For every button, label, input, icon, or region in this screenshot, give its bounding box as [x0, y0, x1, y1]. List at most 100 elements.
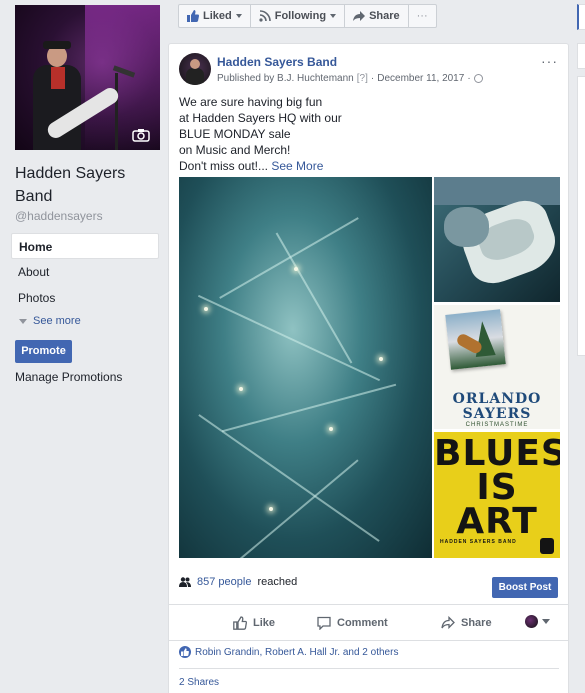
like-label: Like: [253, 617, 276, 629]
light-sparkle: [379, 357, 383, 361]
comment-label: Comment: [337, 617, 388, 629]
light-sparkle: [239, 387, 243, 391]
post-text-line: We are sure having big fun: [179, 95, 323, 109]
page-actions-bar: Liked Following Share ···: [178, 4, 437, 28]
likes-summary-row[interactable]: Robin Grandin, Robert A. Hall Jr. and 2 …: [179, 646, 398, 658]
album-art: [445, 309, 506, 370]
meta-separator: ·: [467, 73, 471, 84]
people-icon: [179, 577, 191, 587]
post-meta: Published by B.J. Huchtemann [?] · Decem…: [217, 73, 483, 84]
following-label: Following: [274, 10, 327, 22]
photo-album-cover[interactable]: ORLANDO SAYERS CHRISTMASTIME: [434, 305, 560, 429]
performer-hat: [43, 41, 71, 49]
nav-item-about[interactable]: About: [11, 259, 159, 285]
album-title: ORLANDO: [452, 391, 542, 407]
tinsel-strand: [197, 294, 381, 382]
post-text-line: Don't miss out!...: [179, 159, 268, 173]
published-by[interactable]: Published by B.J. Huchtemann: [217, 73, 354, 84]
likes-summary: Robin Grandin, Robert A. Hall Jr. and 2 …: [195, 646, 399, 658]
chevron-down-icon: [235, 14, 242, 18]
chevron-down-icon: [330, 14, 337, 18]
divider: [169, 604, 568, 605]
help-link[interactable]: [?]: [357, 73, 368, 84]
more-icon: ···: [416, 10, 428, 22]
chevron-down-icon: [542, 619, 550, 624]
share-button[interactable]: Share: [441, 613, 492, 633]
share-arrow-icon: [353, 10, 366, 22]
boost-post-button[interactable]: Boost Post: [492, 577, 558, 598]
liked-button[interactable]: Liked: [179, 5, 251, 27]
poster-line: ART: [456, 501, 538, 542]
page-handle[interactable]: @haddensayers: [15, 209, 103, 223]
photo-blues-is-art[interactable]: BLUES IS ART HADDEN SAYERS BAND: [434, 432, 560, 558]
post-author[interactable]: Hadden Sayers Band: [217, 55, 337, 69]
tinsel-strand: [275, 232, 353, 364]
camera-icon[interactable]: [132, 128, 150, 142]
liked-label: Liked: [203, 10, 232, 22]
more-actions-button[interactable]: ···: [409, 5, 436, 27]
like-button[interactable]: Like: [233, 613, 275, 633]
thumbs-up-icon: [233, 616, 247, 630]
skull-logo-icon: [540, 538, 554, 554]
reach-count[interactable]: 857 people: [197, 576, 251, 588]
post-text-line: on Music and Merch!: [179, 143, 291, 157]
reach-row: 857 people reached: [179, 576, 297, 588]
light-sparkle: [204, 307, 208, 311]
right-edge-button[interactable]: [577, 4, 585, 30]
poster-footer: HADDEN SAYERS BAND: [440, 539, 517, 545]
shares-count[interactable]: 2 Shares: [179, 677, 219, 688]
globe-icon[interactable]: [473, 74, 483, 83]
post-text: We are sure having big fun at Hadden Say…: [179, 94, 559, 174]
left-column: Hadden Sayers Band @haddensayers Home Ab…: [0, 0, 168, 693]
photo-guitar[interactable]: [434, 177, 560, 302]
jeans: [434, 177, 560, 205]
album-title: SAYERS: [462, 406, 532, 422]
profile-photo[interactable]: [15, 5, 160, 150]
avatar-body: [186, 68, 204, 85]
rss-icon: [259, 10, 271, 22]
light-sparkle: [269, 507, 273, 511]
album-subtitle: CHRISTMASTIME: [465, 422, 529, 428]
tinsel-strand: [219, 459, 359, 558]
nav-see-more-label: See more: [33, 315, 81, 327]
post-as-selector[interactable]: [525, 615, 550, 628]
page-avatar-small: [525, 615, 538, 628]
post-text-line-last: Don't miss out!... See More: [179, 158, 559, 174]
tinsel-strand: [198, 414, 380, 542]
see-more-link[interactable]: See More: [271, 159, 323, 173]
right-edge-panel: [577, 76, 585, 356]
post-text-line: BLUE MONDAY sale: [179, 127, 291, 141]
meta-separator: ·: [370, 73, 375, 84]
share-page-button[interactable]: Share: [345, 5, 409, 27]
share-arrow-icon: [441, 615, 455, 630]
photo-tinsel[interactable]: [179, 177, 432, 558]
hand: [444, 207, 489, 247]
page-nav: Home About Photos See more: [11, 233, 159, 331]
post-avatar[interactable]: [179, 53, 211, 85]
post-card: Hadden Sayers Band Published by B.J. Huc…: [168, 43, 569, 693]
post-text-line: at Hadden Sayers HQ with our: [179, 111, 342, 125]
reach-suffix: reached: [257, 576, 298, 588]
comment-button[interactable]: Comment: [317, 613, 388, 633]
avatar-head: [190, 59, 200, 69]
share-page-label: Share: [369, 10, 400, 22]
page-name[interactable]: Hadden Sayers Band: [15, 162, 165, 208]
divider: [169, 640, 568, 641]
chevron-down-icon: [19, 318, 27, 324]
nav-item-photos[interactable]: Photos: [11, 285, 159, 311]
post-options-button[interactable]: ···: [541, 53, 558, 69]
promote-button[interactable]: Promote: [15, 340, 72, 363]
comment-icon: [317, 616, 331, 631]
like-reaction-icon: [179, 646, 191, 658]
share-label: Share: [461, 617, 492, 629]
nav-see-more[interactable]: See more: [11, 311, 159, 331]
performer-scarf: [51, 67, 65, 89]
post-date[interactable]: December 11, 2017: [377, 73, 464, 84]
mic-stand: [115, 73, 118, 150]
divider: [179, 668, 559, 669]
thumbs-up-icon: [187, 10, 199, 22]
nav-item-home[interactable]: Home: [11, 233, 159, 259]
following-button[interactable]: Following: [251, 5, 346, 27]
right-edge-card: [577, 43, 585, 69]
manage-promotions-link[interactable]: Manage Promotions: [15, 370, 122, 384]
